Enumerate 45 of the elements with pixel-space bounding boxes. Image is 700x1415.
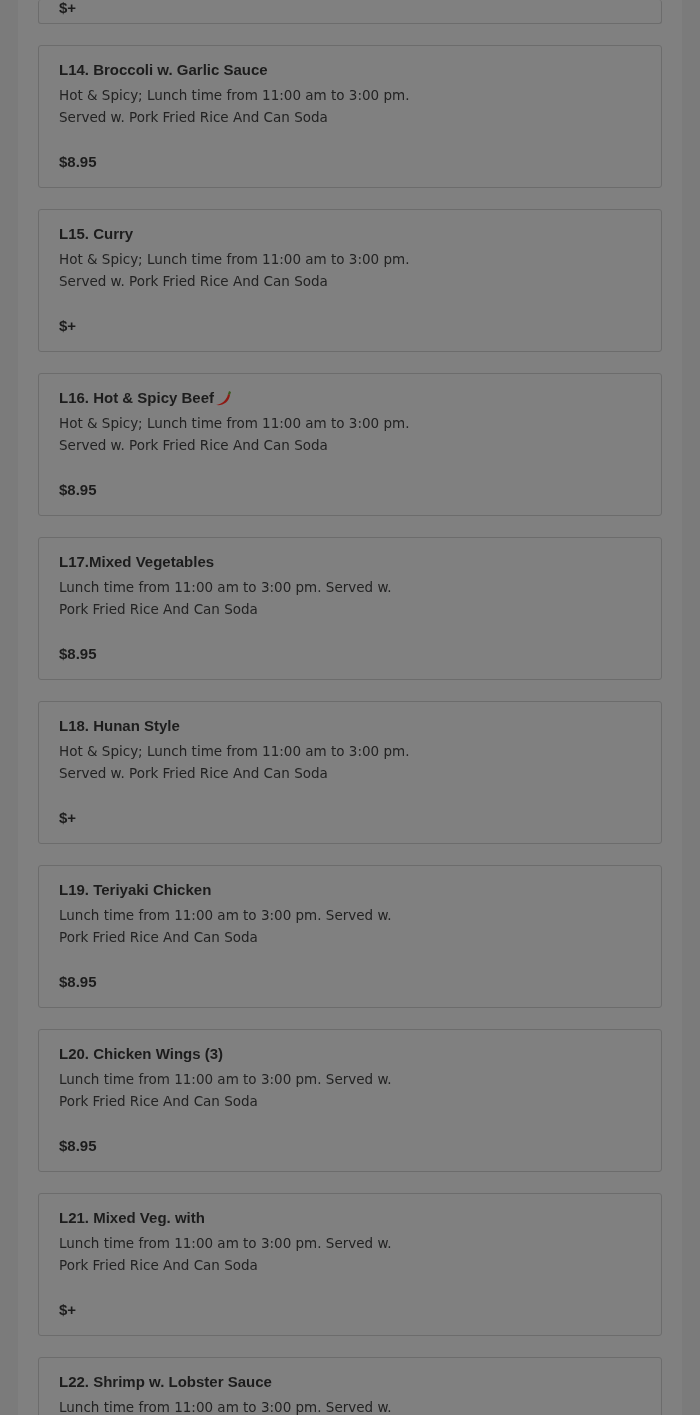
item-description: Lunch time from 11:00 am to 3:00 pm. Served w. xyxy=(59,906,392,925)
menu-item-card[interactable]: L14. Broccoli w. Garlic Sauce Hot & Spicy; Lunch time from 11:00 am to 3:00 pm. Served w. Pork Fried Rice And Can Soda $8.95 xyxy=(38,45,662,188)
item-price: $8.95 xyxy=(59,480,97,500)
item-price: $+ xyxy=(59,1300,77,1320)
menu-item-card[interactable]: L21. Mixed Veg. with Lunch time from 11:00 am to 3:00 pm. Served w. Pork Fried Rice And Can Soda $+ xyxy=(38,1193,662,1336)
item-price: $+ xyxy=(59,0,77,16)
item-title: L21. Mixed Veg. with xyxy=(59,1208,205,1228)
item-title: L16. Hot & Spicy Beef xyxy=(59,388,215,408)
item-price: $8.95 xyxy=(59,152,97,172)
menu-item-card[interactable]: L17.Mixed Vegetables Lunch time from 11:00 am to 3:00 pm. Served w. Pork Fried Rice And Can Soda $8.95 xyxy=(38,537,662,680)
item-description: Lunch time from 11:00 am to 3:00 pm. Served w. xyxy=(59,1070,392,1089)
menu-item-card[interactable]: L15. Curry Hot & Spicy; Lunch time from 11:00 am to 3:00 pm. Served w. Pork Fried Rice And Can Soda $+ xyxy=(38,209,662,352)
item-description: Hot & Spicy; Lunch time from 11:00 am to 3:00 pm. xyxy=(59,86,410,105)
item-title: L18. Hunan Style xyxy=(59,716,180,736)
item-title: L17.Mixed Vegetables xyxy=(59,552,215,572)
item-title: L20. Chicken Wings (3) xyxy=(59,1044,224,1064)
item-description: Lunch time from 11:00 am to 3:00 pm. Served w. xyxy=(59,1398,392,1415)
item-title: L14. Broccoli w. Garlic Sauce xyxy=(59,60,268,80)
item-description: Pork Fried Rice And Can Soda xyxy=(59,928,258,947)
menu-item-card[interactable]: L22. Shrimp w. Lobster Sauce Lunch time from 11:00 am to 3:00 pm. Served w. xyxy=(38,1357,662,1415)
menu-item-card[interactable]: L18. Hunan Style Hot & Spicy; Lunch time from 11:00 am to 3:00 pm. Served w. Pork Fried Rice And Can Soda $+ xyxy=(38,701,662,844)
item-description: Pork Fried Rice And Can Soda xyxy=(59,1256,258,1275)
menu-item-card[interactable]: L16. Hot & Spicy Beef Hot & Spicy; Lunch time from 11:00 am to 3:00 pm. Served w. Pork Fried Rice And Can Soda $8.95 xyxy=(38,373,662,516)
item-description: Served w. Pork Fried Rice And Can Soda xyxy=(59,108,328,127)
item-title: L15. Curry xyxy=(59,224,134,244)
menu-item-card[interactable]: L19. Teriyaki Chicken Lunch time from 11:00 am to 3:00 pm. Served w. Pork Fried Rice And Can Soda $8.95 xyxy=(38,865,662,1008)
menu-item-card[interactable]: $+ xyxy=(38,0,662,24)
item-price: $+ xyxy=(59,808,77,828)
item-description: Pork Fried Rice And Can Soda xyxy=(59,1092,258,1111)
item-description: Hot & Spicy; Lunch time from 11:00 am to 3:00 pm. xyxy=(59,250,410,269)
item-description: Lunch time from 11:00 am to 3:00 pm. Served w. xyxy=(59,1234,392,1253)
item-description: Served w. Pork Fried Rice And Can Soda xyxy=(59,272,328,291)
item-description: Served w. Pork Fried Rice And Can Soda xyxy=(59,764,328,783)
item-description: Served w. Pork Fried Rice And Can Soda xyxy=(59,436,328,455)
item-description: Hot & Spicy; Lunch time from 11:00 am to 3:00 pm. xyxy=(59,742,410,761)
item-title: L19. Teriyaki Chicken xyxy=(59,880,212,900)
item-price: $8.95 xyxy=(59,1136,97,1156)
item-description: Hot & Spicy; Lunch time from 11:00 am to 3:00 pm. xyxy=(59,414,410,433)
item-price: $+ xyxy=(59,316,77,336)
item-title: L22. Shrimp w. Lobster Sauce xyxy=(59,1372,272,1392)
item-price: $8.95 xyxy=(59,972,97,992)
item-price: $8.95 xyxy=(59,644,97,664)
item-description: Pork Fried Rice And Can Soda xyxy=(59,600,258,619)
menu-item-card[interactable]: L20. Chicken Wings (3) Lunch time from 11:00 am to 3:00 pm. Served w. Pork Fried Rice And Can Soda $8.95 xyxy=(38,1029,662,1172)
item-description: Lunch time from 11:00 am to 3:00 pm. Served w. xyxy=(59,578,392,597)
